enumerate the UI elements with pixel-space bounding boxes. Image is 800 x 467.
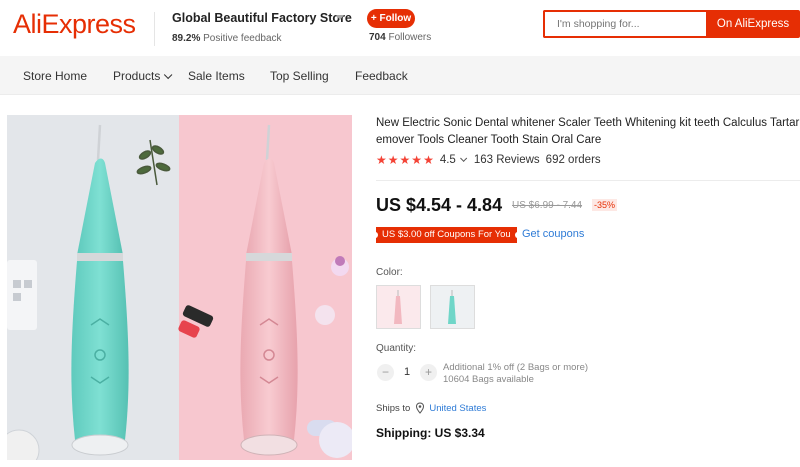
- product-main-image[interactable]: [7, 115, 352, 460]
- followers-label: Followers: [388, 32, 432, 43]
- header-divider: [154, 12, 155, 46]
- followers-number: 704: [369, 32, 386, 43]
- pink-device-thumbnail: [377, 286, 420, 328]
- mint-device-thumbnail: [431, 286, 474, 328]
- color-option-mint[interactable]: [430, 285, 475, 329]
- coupon-badge[interactable]: US $3.00 off Coupons For You: [373, 227, 520, 243]
- quantity-input[interactable]: 1: [400, 366, 414, 378]
- product-title: New Electric Sonic Dental whitener Scale…: [376, 115, 800, 149]
- stock-available: 10604 Bags available: [443, 374, 534, 385]
- star-icon: ★: [423, 153, 434, 167]
- rating-row: ★ ★ ★ ★ ★ 4.5 163 Reviews 692 orders: [376, 152, 601, 168]
- chevron-down-icon[interactable]: [336, 15, 344, 20]
- color-option-pink[interactable]: [376, 285, 421, 329]
- nav-products[interactable]: Products: [113, 69, 173, 83]
- aliexpress-logo[interactable]: AliExpress: [13, 9, 136, 40]
- location-pin-icon: [416, 402, 425, 414]
- color-label: Color:: [376, 267, 403, 278]
- nav-products-label: Products: [113, 69, 161, 83]
- sonic-tooth-cleaner-product-photo: [7, 115, 352, 460]
- quantity-label: Quantity:: [376, 343, 417, 354]
- chevron-down-icon: [164, 70, 173, 80]
- rating-stars: ★ ★ ★ ★ ★: [376, 154, 434, 166]
- product-title-line: emover Tools Cleaner Tooth Stain Oral Ca…: [376, 134, 602, 146]
- nav-sale-items[interactable]: Sale Items: [188, 69, 245, 83]
- quantity-note: Additional 1% off (2 Bags or more) 10604…: [443, 362, 588, 386]
- discount-badge: -35%: [592, 199, 618, 211]
- quantity-increase-button[interactable]: +: [420, 364, 437, 381]
- store-nav: Store Home Products Sale Items Top Selli…: [0, 56, 800, 95]
- store-name[interactable]: Global Beautiful Factory Store: [172, 11, 352, 25]
- feedback-percent: 89.2%: [172, 33, 201, 44]
- divider: [376, 180, 800, 181]
- store-feedback: 89.2% Positive feedback: [172, 33, 282, 44]
- shipping-cost: Shipping: US $3.34: [376, 426, 485, 440]
- quantity-decrease-button[interactable]: −: [377, 364, 394, 381]
- nav-feedback[interactable]: Feedback: [355, 69, 408, 83]
- orders-count: 692 orders: [545, 154, 601, 166]
- feedback-label: Positive feedback: [203, 33, 282, 44]
- original-price: US $6.99 - 7.44: [512, 200, 583, 211]
- search-input[interactable]: [543, 10, 708, 38]
- search-button[interactable]: On AliExpress: [706, 10, 800, 38]
- ships-to-label: Ships to: [376, 402, 411, 414]
- get-coupons-link[interactable]: Get coupons: [522, 228, 584, 240]
- current-price: US $4.54 - 4.84: [376, 195, 503, 215]
- reviews-link[interactable]: 163 Reviews: [474, 154, 540, 166]
- star-icon: ★: [411, 153, 423, 167]
- ships-to-country[interactable]: United States: [429, 403, 486, 414]
- rating-value[interactable]: 4.5: [440, 154, 456, 166]
- top-header: AliExpress Global Beautiful Factory Stor…: [0, 0, 800, 56]
- nav-store-home[interactable]: Store Home: [23, 69, 87, 83]
- chevron-down-icon[interactable]: [459, 154, 467, 162]
- follow-button[interactable]: + Follow: [367, 9, 415, 28]
- ships-to-row: Ships to United States: [376, 402, 486, 414]
- bulk-discount-note: Additional 1% off (2 Bags or more): [443, 362, 589, 373]
- product-title-line: New Electric Sonic Dental whitener Scale…: [376, 117, 800, 129]
- followers-count: 704 Followers: [369, 32, 431, 43]
- star-icon: ★: [376, 153, 387, 167]
- nav-top-selling[interactable]: Top Selling: [270, 69, 329, 83]
- star-icon: ★: [399, 153, 411, 167]
- star-icon: ★: [387, 153, 399, 167]
